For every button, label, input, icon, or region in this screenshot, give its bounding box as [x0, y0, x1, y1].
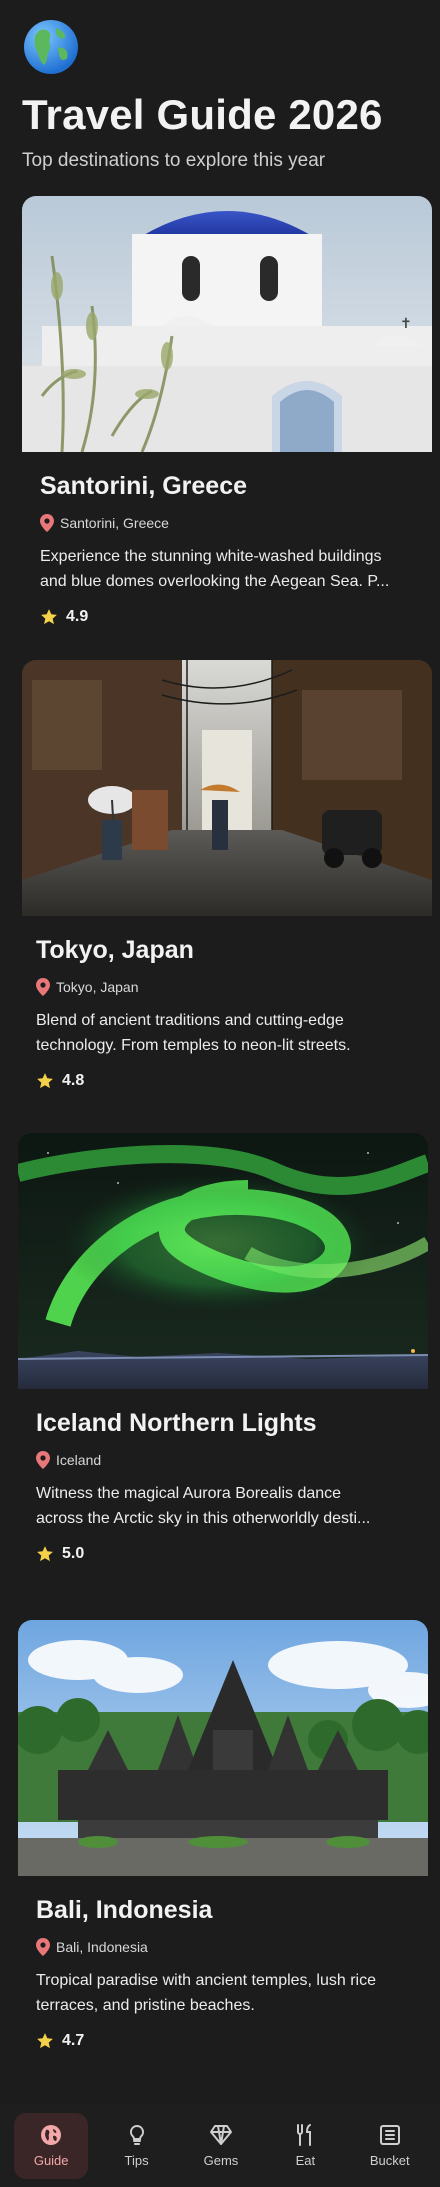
star-icon [37, 1546, 53, 1562]
tab-bucket[interactable]: Bucket [354, 2113, 426, 2179]
location-label: Bali, Indonesia [56, 1939, 148, 1955]
map-pin-icon [40, 514, 54, 532]
description-line: Blend of ancient traditions and cutting-… [36, 1012, 344, 1029]
map-pin-icon [36, 1451, 50, 1469]
card-title: Bali, Indonesia [36, 1896, 213, 1924]
description-line: Experience the stunning white-washed bui… [40, 548, 382, 565]
description-line: and blue domes overlooking the Aegean Se… [40, 573, 390, 590]
rating: 4.9 [40, 608, 414, 626]
description-line: terraces, and pristine beaches. [36, 1997, 255, 2014]
description-line: Tropical paradise with ancient temples, … [36, 1972, 377, 1989]
utensils-icon [297, 2124, 312, 2146]
destination-card-santorini[interactable]: ✝ Santorini, Greece Santorini, Greece Ex… [22, 196, 432, 626]
location-row: Bali, Indonesia [36, 1938, 410, 1956]
page-subtitle: Top destinations to explore this year [22, 150, 326, 171]
destination-card-bali[interactable]: Bali, Indonesia Bali, Indonesia Tropical… [18, 1620, 428, 2050]
gem-icon [209, 2125, 232, 2145]
location-row: Santorini, Greece [40, 514, 414, 532]
location-label: Iceland [56, 1452, 102, 1468]
rating-value: 4.9 [66, 608, 89, 625]
card-description: Tropical paradise with ancient temples, … [36, 1968, 416, 2018]
tab-label: Tips [124, 2153, 149, 2168]
tab-guide[interactable]: Guide [14, 2112, 89, 2179]
globe-emoji-icon [24, 20, 78, 74]
rating-value: 4.8 [62, 1072, 85, 1089]
list-icon [379, 2125, 400, 2145]
svg-text:✝: ✝ [400, 316, 412, 332]
location-label: Santorini, Greece [60, 515, 169, 531]
tab-label: Bucket [369, 2153, 410, 2168]
bali-photo [18, 1620, 428, 1876]
santorini-photo: ✝ [22, 196, 432, 452]
star-icon [37, 2033, 53, 2049]
location-row: Iceland [36, 1451, 410, 1469]
rating: 4.7 [36, 2032, 410, 2050]
lightbulb-icon [129, 2124, 144, 2145]
destination-card-tokyo[interactable]: Tokyo, Japan Tokyo, Japan Blend of ancie… [22, 660, 432, 1090]
location-label: Tokyo, Japan [56, 979, 139, 995]
card-title: Santorini, Greece [40, 472, 248, 500]
tab-gems[interactable]: Gems [185, 2113, 257, 2179]
iceland-photo [18, 1133, 428, 1389]
card-title: Tokyo, Japan [36, 936, 194, 964]
description-line: technology. From temples to neon-lit str… [36, 1037, 351, 1054]
rating-value: 4.7 [62, 2032, 85, 2049]
star-icon [41, 609, 57, 625]
rating-value: 5.0 [62, 1545, 85, 1562]
globe-icon [41, 2125, 62, 2145]
card-description: Blend of ancient traditions and cutting-… [36, 1008, 416, 1058]
rating: 4.8 [36, 1072, 414, 1090]
tab-eat[interactable]: Eat [269, 2113, 341, 2179]
destination-card-iceland[interactable]: Iceland Northern Lights Iceland Witness … [18, 1133, 428, 1563]
description-line: across the Arctic sky in this otherworld… [36, 1510, 371, 1527]
description-line: Witness the magical Aurora Borealis danc… [36, 1485, 342, 1502]
page-title: Travel Guide 2026 [22, 91, 383, 138]
page-header: Travel Guide 2026 Top destinations to ex… [22, 18, 422, 172]
tab-label: Guide [33, 2153, 69, 2168]
tab-label: Eat [295, 2153, 316, 2168]
map-pin-icon [36, 978, 50, 996]
tokyo-photo [22, 660, 432, 916]
location-row: Tokyo, Japan [36, 978, 414, 996]
bottom-tab-bar: Guide Tips Gems Eat Bucket [0, 2104, 440, 2187]
tab-label: Gems [203, 2153, 239, 2168]
tab-tips[interactable]: Tips [101, 2113, 173, 2179]
map-pin-icon [36, 1938, 50, 1956]
card-description: Experience the stunning white-washed bui… [40, 544, 420, 594]
rating: 5.0 [36, 1545, 410, 1563]
card-title: Iceland Northern Lights [36, 1409, 317, 1437]
star-icon [37, 1073, 53, 1089]
card-description: Witness the magical Aurora Borealis danc… [36, 1481, 416, 1531]
